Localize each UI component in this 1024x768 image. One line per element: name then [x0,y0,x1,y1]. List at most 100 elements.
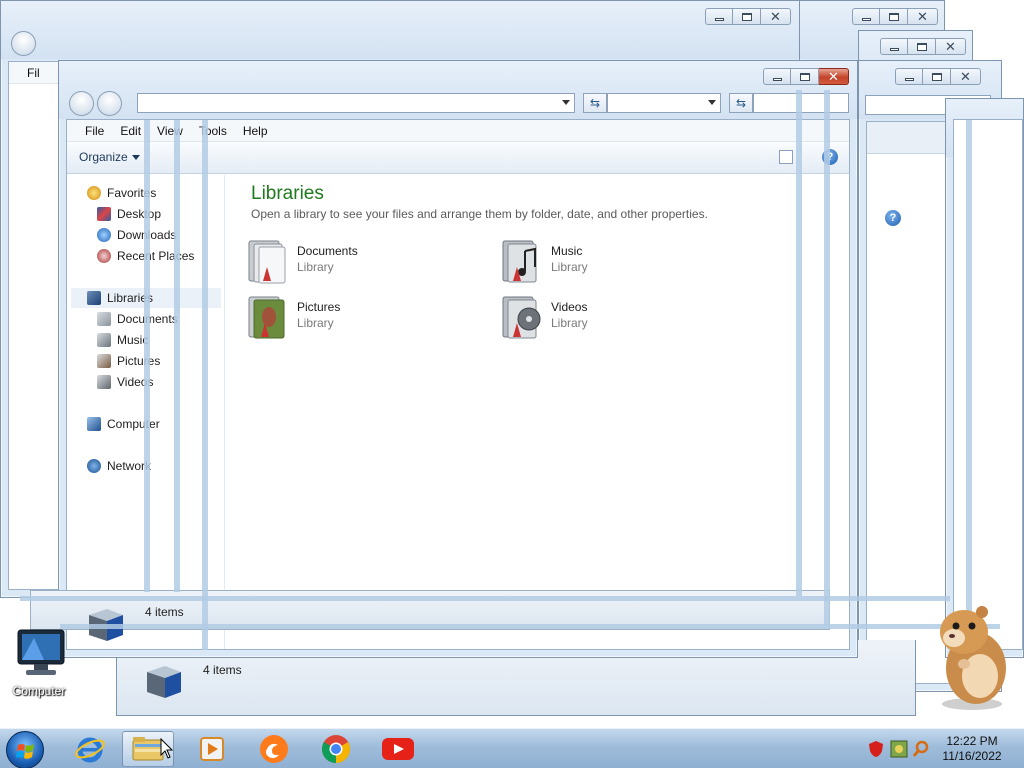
nav-network[interactable]: Network [87,456,151,476]
libraries-icon [87,291,101,305]
desktop-icon-label: Computer [12,684,66,698]
window-ghost-line [174,120,180,592]
explorer-window-back-0 [945,98,1024,658]
back-button[interactable] [11,31,36,56]
minimize-icon [889,47,899,51]
address-bar[interactable] [137,93,575,113]
taskbar-internet-explorer[interactable] [64,731,116,767]
close-button[interactable]: ✕ [936,38,966,55]
videos-library-icon [502,296,541,339]
network-status-icon[interactable] [890,740,908,758]
shield-icon[interactable] [868,740,884,758]
forward-button[interactable] [97,91,122,116]
menu-view[interactable]: View [149,120,191,141]
window-ghost-line [966,120,972,620]
page-subtitle: Open a library to see your files and arr… [251,207,708,221]
network-icon [87,459,101,473]
taskbar-youtube[interactable] [372,731,424,767]
command-bar: Organize ? [67,142,849,174]
downloads-icon [97,228,111,242]
library-type: Library [551,260,588,274]
close-icon: ✕ [828,69,839,84]
menu-file-fragment[interactable]: Fil [19,62,48,83]
menu-tools[interactable]: Tools [191,120,235,141]
minimize-button[interactable] [763,68,791,85]
desktop-icon [97,207,111,221]
magnifier-icon[interactable] [912,740,930,758]
minimize-button[interactable] [895,68,923,85]
back-button[interactable] [69,91,94,116]
uc-browser-icon [260,735,288,763]
address-bar-ghost[interactable] [607,93,721,113]
library-name: Music [551,244,583,258]
start-button[interactable] [6,731,44,768]
clock[interactable]: 12:22 PM 11/16/2022 [932,734,1012,764]
library-name: Pictures [297,300,341,314]
close-icon: ✕ [945,39,956,54]
caption-buttons: ✕ [852,8,938,25]
close-icon: ✕ [960,69,971,84]
address-dropdown-icon[interactable] [708,100,716,105]
computer-icon [17,629,65,675]
preview-pane-toggle-icon[interactable] [779,150,793,164]
minimize-icon [772,77,782,81]
taskbar-uc-browser[interactable] [248,731,300,767]
maximize-button[interactable] [923,68,951,85]
library-pictures[interactable]: Pictures Library [245,293,485,341]
star-icon [87,186,101,200]
page-title: Libraries [251,183,324,204]
window-client: File Edit View Tools Help Organize ? Fav… [66,119,850,650]
nav-documents[interactable]: Documents [97,309,178,329]
navigation-bar: ⇆ ⇆ [67,91,849,117]
maximize-button[interactable] [733,8,761,25]
minimize-button[interactable] [852,8,880,25]
close-button[interactable]: ✕ [761,8,791,25]
organize-button[interactable]: Organize [79,150,140,164]
clock-time: 12:22 PM [946,734,998,748]
nav-desktop[interactable]: Desktop [97,204,161,224]
taskbar: 12:22 PM 11/16/2022 [0,728,1024,768]
library-type: Library [297,260,334,274]
status-item-count: 4 items [203,663,242,677]
library-documents[interactable]: Documents Library [245,237,485,285]
status-item-count: 4 items [145,605,184,619]
maximize-icon [916,42,927,51]
videos-icon [97,375,111,389]
taskbar-media-player[interactable] [186,731,238,767]
maximize-button[interactable] [791,68,819,85]
caption-buttons: ✕ [895,68,981,85]
close-button[interactable]: ✕ [908,8,938,25]
library-music[interactable]: Music Library [499,237,739,285]
nav-music[interactable]: Music [97,330,148,350]
library-videos[interactable]: Videos Library [499,293,739,341]
minimize-button[interactable] [705,8,733,25]
libraries-content: Libraries Open a library to see your fil… [231,175,849,649]
maximize-icon [931,72,942,81]
address-dropdown-icon[interactable] [562,100,570,105]
maximize-button[interactable] [880,8,908,25]
nav-downloads[interactable]: Downloads [97,225,176,245]
window-ghost-line [202,120,208,650]
computer-icon [87,417,101,431]
maximize-icon [799,72,810,81]
nav-pictures[interactable]: Pictures [97,351,160,371]
nav-label: Pictures [117,354,161,368]
refresh-button[interactable]: ⇆ [583,93,607,113]
caption-buttons: ✕ [705,8,791,25]
desktop-computer-shortcut[interactable]: Computer [6,628,72,702]
refresh-button-ghost[interactable]: ⇆ [729,93,753,113]
help-icon[interactable]: ? [885,210,901,226]
window-ghost-line [20,596,950,601]
minimize-button[interactable] [880,38,908,55]
library-type: Library [551,316,588,330]
maximize-icon [741,12,752,21]
pictures-library-icon [248,296,285,339]
close-button[interactable]: ✕ [951,68,981,85]
clock-date: 11/16/2022 [942,749,1002,763]
menu-help[interactable]: Help [235,120,276,141]
hamster-mascot-icon[interactable] [920,596,1016,712]
taskbar-chrome[interactable] [310,731,362,767]
maximize-button[interactable] [908,38,936,55]
menu-file[interactable]: File [77,120,112,141]
close-button[interactable]: ✕ [819,68,849,85]
